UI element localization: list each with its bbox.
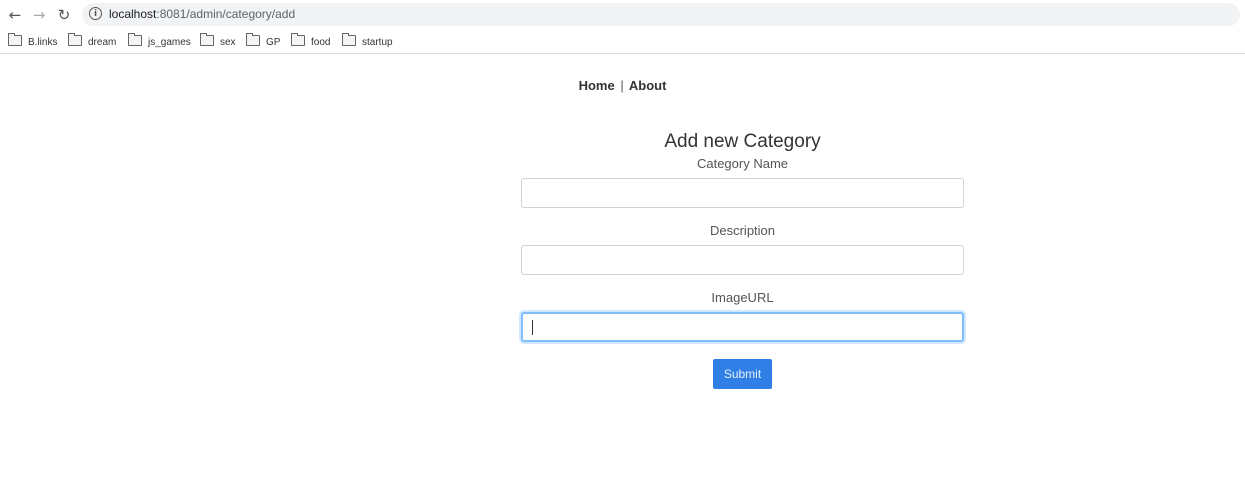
address-bar[interactable]: i localhost:8081/admin/category/add xyxy=(82,3,1240,26)
folder-icon xyxy=(68,33,82,46)
page-title: Add new Category xyxy=(664,131,821,152)
bookmark-label: dream xyxy=(88,37,117,48)
back-arrow-icon[interactable]: ← xyxy=(6,6,24,24)
address-url[interactable]: localhost:8081/admin/category/add xyxy=(109,7,295,21)
bookmark-food[interactable]: food xyxy=(291,33,331,49)
folder-icon xyxy=(128,33,142,46)
nav-about-link[interactable]: About xyxy=(629,78,667,93)
bookmark-sex[interactable]: sex xyxy=(200,33,236,49)
reload-icon[interactable]: ↻ xyxy=(55,6,73,24)
folder-icon xyxy=(200,33,214,46)
browser-toolbar: ← → ↻ i localhost:8081/admin/category/ad… xyxy=(0,0,1245,30)
description-input[interactable] xyxy=(521,245,964,275)
bookmarks-bar: B.links dream js_games sex GP food start… xyxy=(0,31,1245,54)
image-url-field-wrap xyxy=(521,312,964,342)
site-nav: Home | About xyxy=(0,78,1245,93)
bookmark-label: B.links xyxy=(28,37,58,48)
bookmark-startup[interactable]: startup xyxy=(342,33,393,49)
bookmark-gp[interactable]: GP xyxy=(246,33,281,49)
folder-icon xyxy=(8,33,22,46)
bookmark-label: js_games xyxy=(148,37,191,48)
url-host: localhost xyxy=(109,7,157,21)
folder-icon xyxy=(342,33,356,46)
bookmark-label: startup xyxy=(362,37,393,48)
nav-separator: | xyxy=(620,78,624,93)
bookmark-dream[interactable]: dream xyxy=(68,33,117,49)
forward-arrow-icon[interactable]: → xyxy=(30,6,48,24)
folder-icon xyxy=(291,33,305,46)
nav-home-link[interactable]: Home xyxy=(579,78,615,93)
image-url-label: ImageURL xyxy=(711,290,774,305)
bookmark-label: sex xyxy=(220,37,236,48)
category-name-input[interactable] xyxy=(521,178,964,208)
description-label: Description xyxy=(709,223,776,238)
text-caret xyxy=(532,320,533,335)
bookmark-label: GP xyxy=(266,37,281,48)
add-category-form: Add new Category Category Name Descripti… xyxy=(521,128,964,389)
site-info-icon[interactable]: i xyxy=(89,7,102,20)
url-path: :8081/admin/category/add xyxy=(156,7,296,21)
submit-button[interactable]: Submit xyxy=(713,359,772,389)
folder-icon xyxy=(246,33,260,46)
category-name-label: Category Name xyxy=(696,156,789,171)
bookmark-js-games[interactable]: js_games xyxy=(128,33,191,49)
image-url-input[interactable] xyxy=(521,312,964,342)
bookmark-b-links[interactable]: B.links xyxy=(8,33,58,49)
bookmark-label: food xyxy=(311,37,331,48)
